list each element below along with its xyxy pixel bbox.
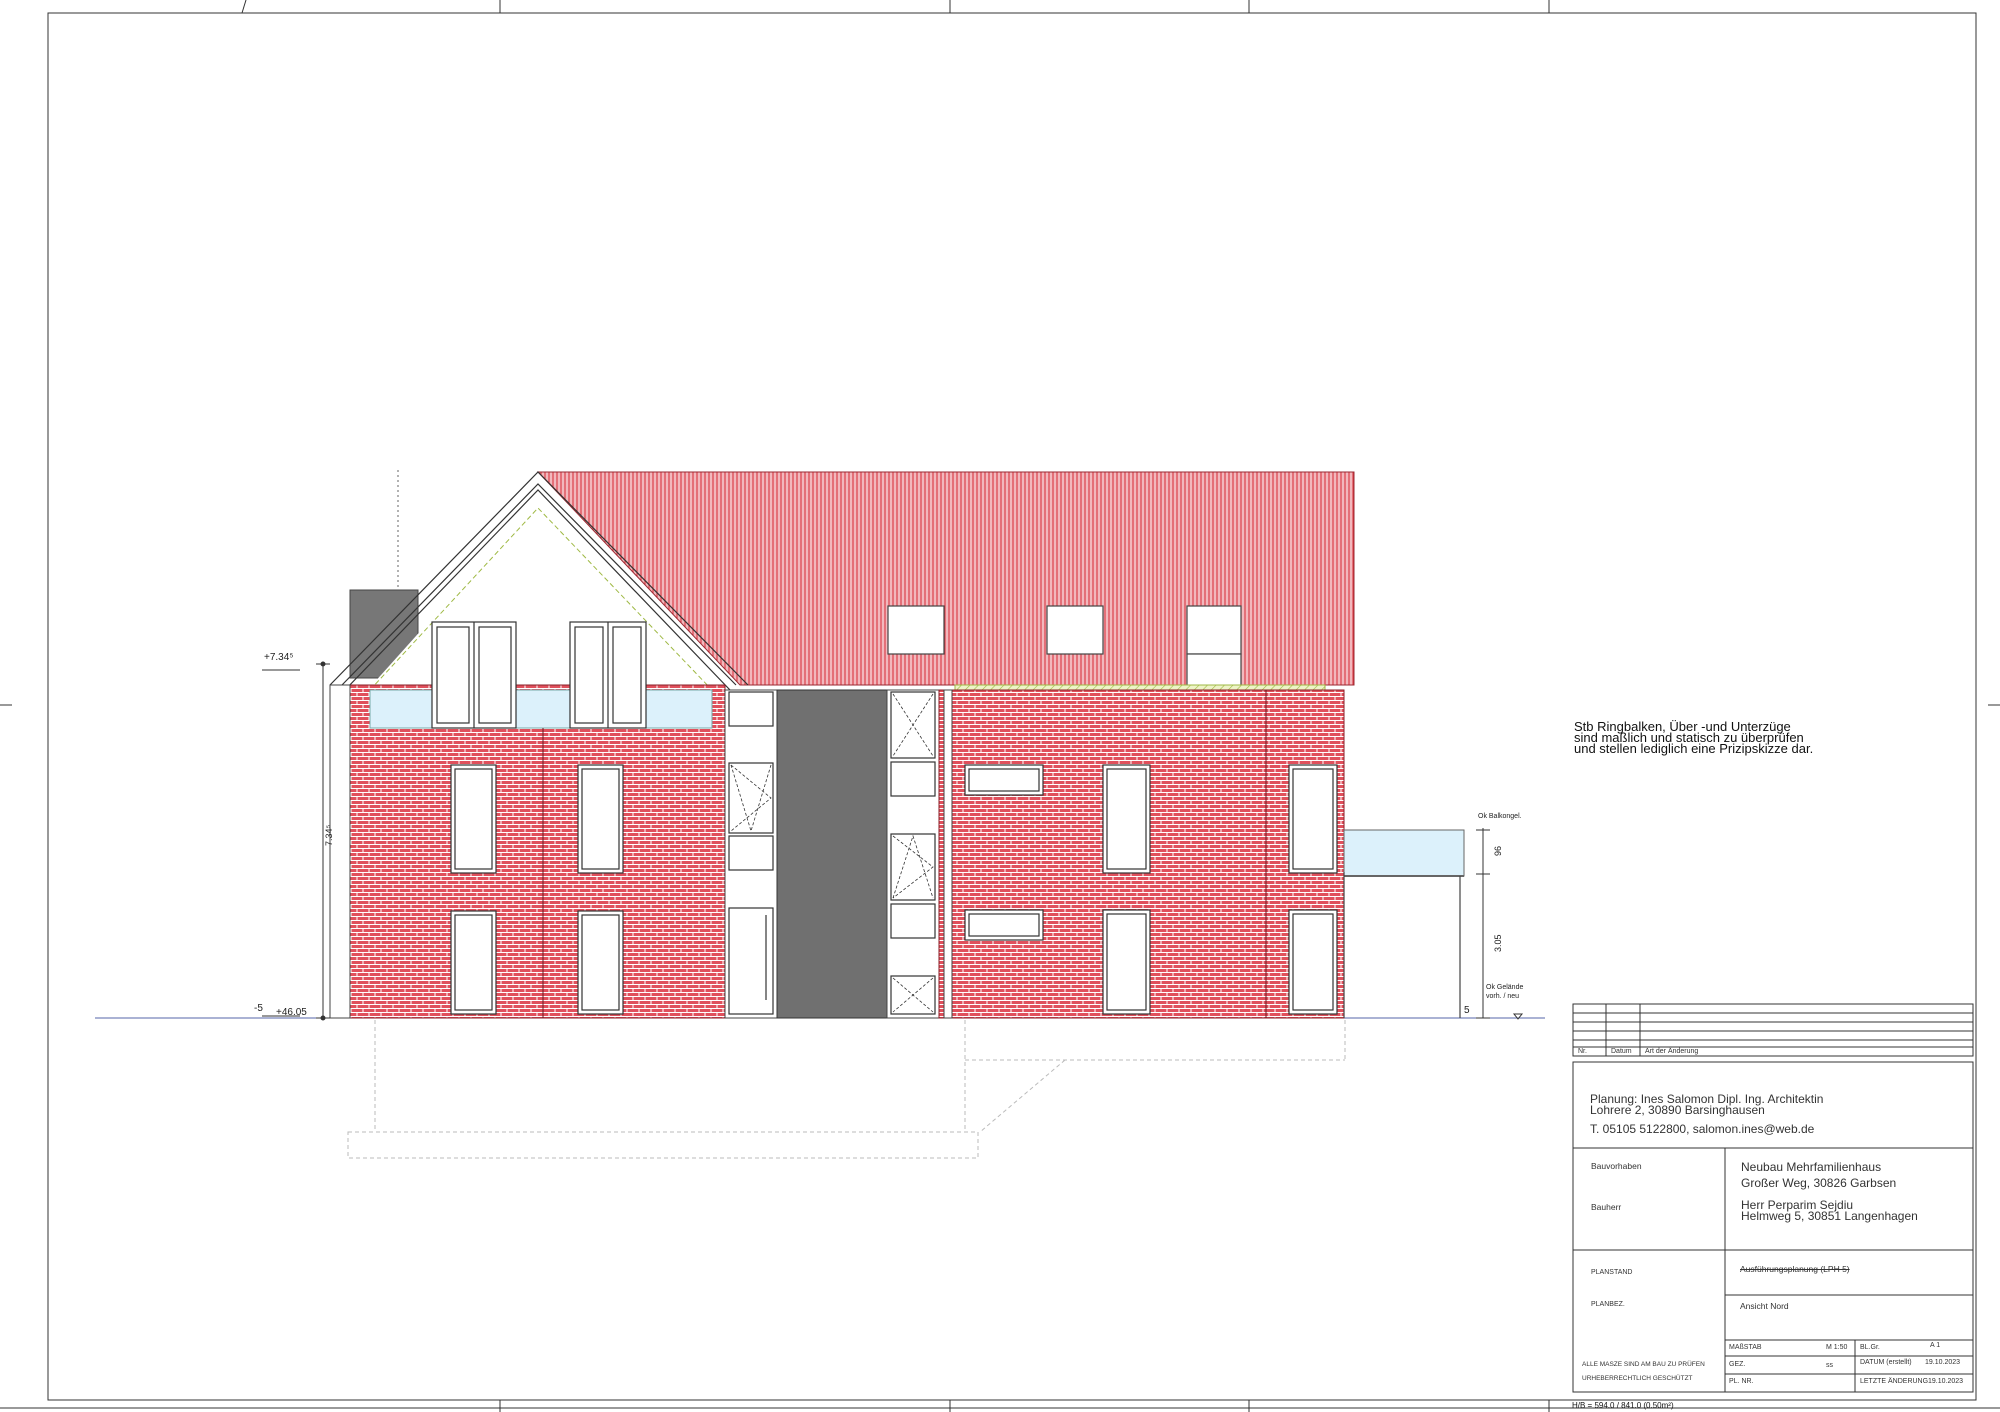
right-offset-label: 5 (1464, 1005, 1470, 1016)
planner-contact: T. 05105 5122800, salomon.ines@web.de (1590, 1122, 1815, 1136)
client-label: Bauherr (1591, 1202, 1622, 1212)
right-side-strip (943, 689, 953, 1019)
sheet-size-value: A 1 (1930, 1342, 1941, 1349)
level-top-label: +7.34⁵ (264, 652, 294, 663)
last-change-value: 19.10.2023 (1928, 1378, 1964, 1385)
balcony-glass (1343, 829, 1465, 877)
last-change-label: LETZTE ÄNDERUNG (1860, 1378, 1929, 1385)
sheet-size-label: BL.Gr. (1860, 1344, 1880, 1351)
date-created-value: 19.10.2023 (1925, 1359, 1961, 1366)
left-dimension (262, 661, 330, 1021)
plan-status-value: Ausführungsplanung (LPH 5) (1740, 1264, 1850, 1274)
elevation-drawing (0, 0, 2000, 1412)
left-offset-label: -5 (254, 1003, 263, 1014)
revision-table-lines (1572, 1003, 1974, 1057)
revision-col-nr: Nr. (1578, 1048, 1587, 1055)
balcony-dimension-text: 96 (1493, 845, 1503, 856)
lower-dimension-text: 3.05 (1493, 934, 1503, 952)
balcony-label: Ok Balkongel. (1478, 813, 1522, 820)
planner-line-2: Lohrere 2, 30890 Barsinghausen (1590, 1103, 1765, 1117)
revision-col-date: Datum (1611, 1048, 1632, 1055)
project-label: Bauvorhaben (1591, 1161, 1642, 1171)
height-dimension-text: 7.34⁵ (324, 824, 334, 846)
notice-copyright: URHEBERRECHTLICH GESCHÜTZT (1582, 1375, 1693, 1382)
stair-core (776, 689, 888, 1019)
plan-designation-label: PLANBEZ. (1591, 1301, 1625, 1308)
plan-designation-value: Ansicht Nord (1740, 1301, 1789, 1311)
terrain-label-2: vorh. / neu (1486, 993, 1520, 1000)
drawn-by-value: ss (1826, 1362, 1833, 1369)
structural-note-line-3: und stellen lediglich eine Prizipskizze … (1574, 741, 1814, 756)
plan-number-label: PL. NR. (1729, 1378, 1754, 1385)
roof-window-1 (887, 605, 945, 655)
glass-railing-upper (369, 689, 713, 729)
level-ground-label: +46.05 (276, 1007, 307, 1018)
scale-value: M 1:50 (1826, 1344, 1848, 1351)
drawn-by-label: GEZ. (1729, 1361, 1746, 1368)
brick-wall-left (349, 684, 726, 1019)
terrain-label-1: Ok Gelände (1486, 984, 1524, 991)
project-line-1: Neubau Mehrfamilienhaus (1741, 1160, 1882, 1174)
revision-col-change: Art der Änderung (1645, 1048, 1699, 1055)
left-side-strip (329, 684, 351, 1019)
roof-window-2 (1046, 605, 1104, 655)
client-line-2: Helmweg 5, 30851 Langenhagen (1741, 1209, 1918, 1223)
plan-status-label: PLANSTAND (1591, 1269, 1633, 1276)
scale-label: MAßSTAB (1729, 1344, 1762, 1351)
foundation-outline (347, 1020, 1346, 1159)
roof-window-3 (1186, 605, 1242, 655)
sheet-format-note: H/B = 594.0 / 841.0 (0.50m²) (1572, 1401, 1674, 1410)
project-line-2: Großer Weg, 30826 Garbsen (1741, 1176, 1897, 1190)
notice-check-dimensions: ALLE MASZE SIND AM BAU ZU PRÜFEN (1582, 1361, 1705, 1368)
date-created-label: DATUM (erstellt) (1860, 1359, 1912, 1366)
